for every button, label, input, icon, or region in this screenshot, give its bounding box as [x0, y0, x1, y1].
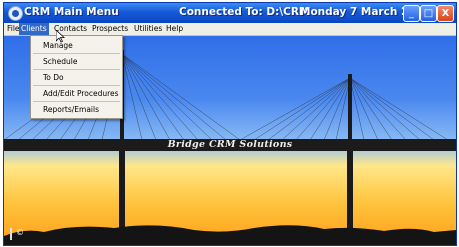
close-icon[interactable]: X — [437, 5, 454, 22]
maximize-icon[interactable]: □ — [420, 5, 437, 22]
title-bar[interactable]: CRM Main Menu Connected To: D:\CRM Monda… — [4, 3, 456, 23]
pointer-cursor-icon — [56, 30, 65, 43]
clients-dropdown-menu: Manage Schedule To Do Add/Edit Procedure… — [30, 35, 123, 119]
menu-item-schedule[interactable]: Schedule — [31, 54, 122, 69]
menu-item-manage[interactable]: Manage — [31, 38, 122, 53]
copyright-mark: © — [16, 228, 24, 237]
menu-clients[interactable]: Clients — [19, 23, 49, 35]
menu-item-reports-emails[interactable]: Reports/Emails — [31, 102, 122, 117]
menu-help[interactable]: Help — [164, 23, 185, 35]
crm-main-window: CRM Main Menu Connected To: D:\CRM Monda… — [3, 2, 457, 246]
app-icon[interactable] — [8, 6, 23, 21]
connection-status: Connected To: D:\CRM — [179, 6, 310, 18]
menu-utilities[interactable]: Utilities — [132, 23, 164, 35]
menu-prospects[interactable]: Prospects — [90, 23, 130, 35]
minimize-icon[interactable]: _ — [403, 5, 420, 22]
banner-title: Bridge CRM Solutions — [167, 139, 293, 150]
window-title: CRM Main Menu — [24, 6, 119, 18]
menu-item-add-edit-procedures[interactable]: Add/Edit Procedures — [31, 86, 122, 101]
menu-item-to-do[interactable]: To Do — [31, 70, 122, 85]
